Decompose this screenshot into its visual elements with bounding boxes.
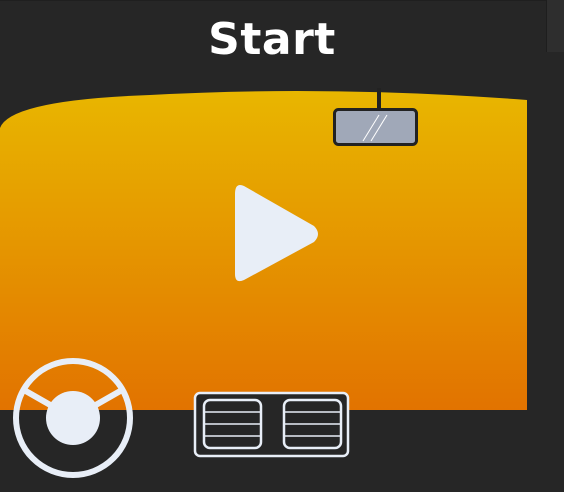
car-interior-scene (0, 88, 527, 478)
game-screen: Start (0, 0, 564, 492)
dashboard-vents-icon[interactable] (193, 391, 350, 458)
